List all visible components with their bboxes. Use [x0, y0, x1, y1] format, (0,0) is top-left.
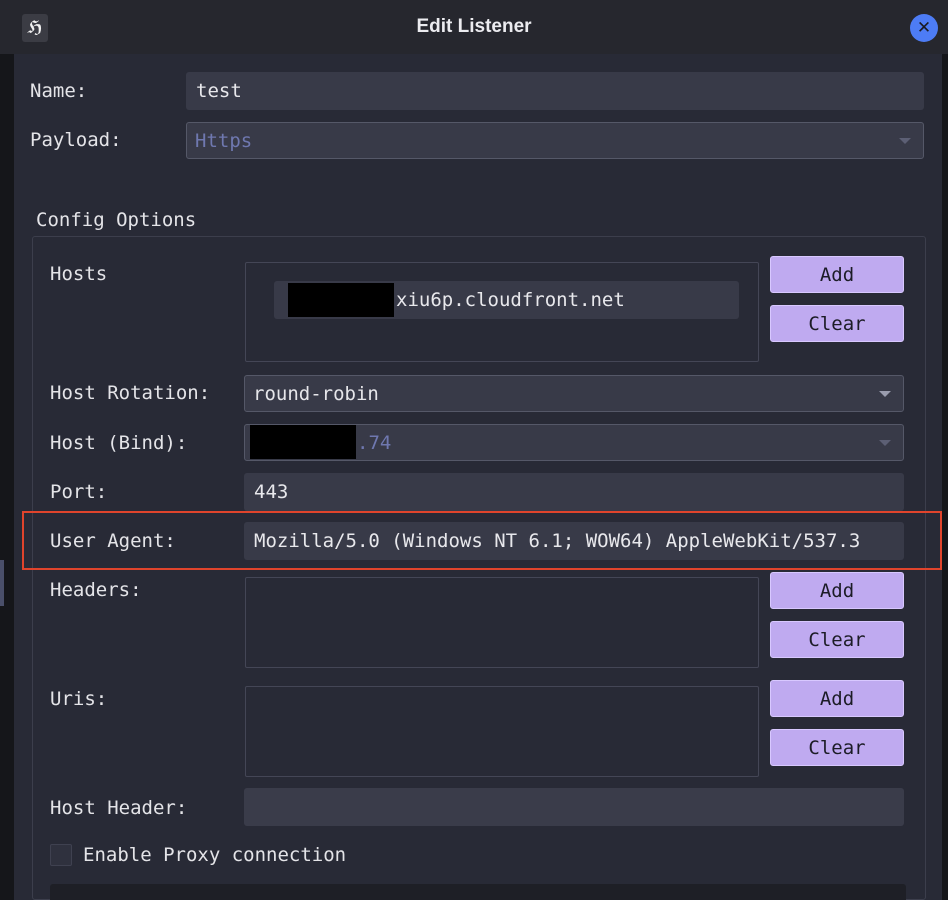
headers-label: Headers:	[50, 579, 142, 601]
headers-add-button[interactable]: Add	[770, 572, 904, 609]
headers-clear-button[interactable]: Clear	[770, 621, 904, 658]
hosts-clear-button[interactable]: Clear	[770, 305, 904, 342]
hosts-add-button[interactable]: Add	[770, 256, 904, 293]
payload-value: Https	[195, 129, 253, 152]
background-edge	[0, 54, 14, 900]
host-rotation-select[interactable]: round-robin	[244, 375, 904, 412]
payload-select[interactable]: Https	[186, 122, 924, 159]
close-icon[interactable]: ✕	[910, 14, 938, 42]
payload-label: Payload:	[30, 129, 122, 151]
background-edge	[942, 54, 948, 900]
highlight-box	[22, 511, 942, 570]
port-label: Port:	[50, 481, 108, 503]
uris-list[interactable]	[245, 686, 759, 777]
chevron-down-icon	[879, 439, 891, 446]
chevron-down-icon	[879, 390, 891, 397]
uris-add-button[interactable]: Add	[770, 680, 904, 717]
redaction-block	[250, 425, 356, 459]
name-label: Name:	[30, 80, 88, 102]
host-bind-label: Host (Bind):	[50, 432, 188, 454]
config-options-title: Config Options	[36, 209, 197, 231]
host-header-label: Host Header:	[50, 797, 188, 819]
proxy-settings-panel	[50, 884, 906, 900]
name-input[interactable]: test	[186, 72, 924, 110]
enable-proxy-label[interactable]: Enable Proxy connection	[83, 843, 346, 867]
chevron-down-icon	[899, 137, 911, 144]
uris-label: Uris:	[50, 688, 108, 710]
headers-list[interactable]	[245, 577, 759, 668]
host-rotation-value: round-robin	[253, 382, 379, 405]
host-rotation-label: Host Rotation:	[50, 382, 211, 404]
host-bind-value: .74	[357, 431, 392, 454]
enable-proxy-checkbox[interactable]	[50, 844, 72, 866]
port-input[interactable]: 443	[244, 473, 904, 511]
hosts-label: Hosts	[50, 263, 108, 285]
uris-clear-button[interactable]: Clear	[770, 729, 904, 766]
host-header-input[interactable]	[244, 788, 904, 826]
redaction-block	[288, 283, 394, 317]
background-edge	[0, 560, 4, 606]
window-title: Edit Listener	[416, 16, 532, 37]
